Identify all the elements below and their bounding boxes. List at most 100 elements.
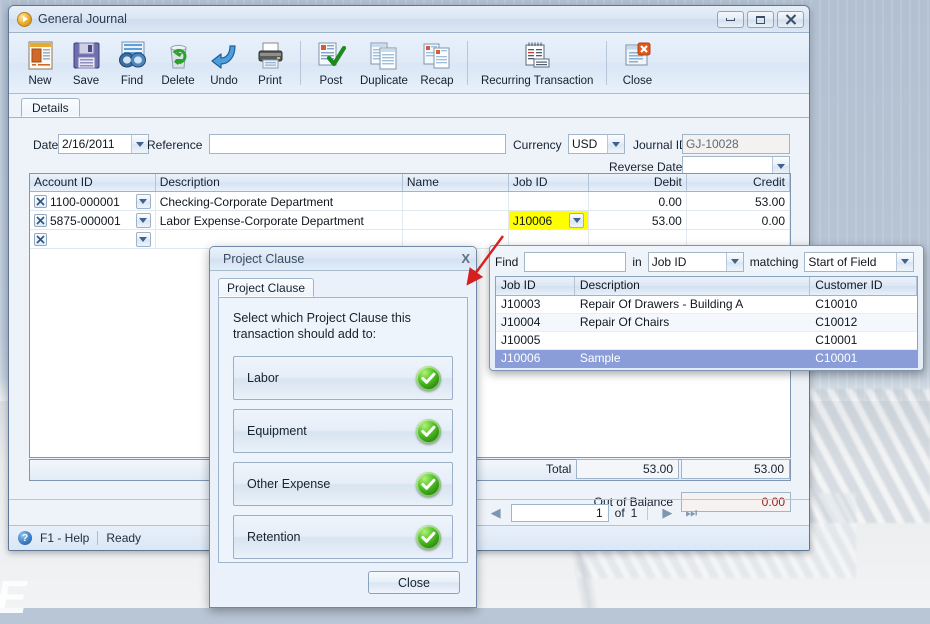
toolbar-label-post: Post — [319, 75, 342, 87]
grid-header-credit[interactable]: Credit — [687, 174, 790, 191]
toolbar-button-new[interactable]: New — [17, 35, 63, 91]
chevron-down-icon[interactable] — [569, 213, 584, 228]
undo-arrow-icon — [208, 38, 241, 72]
currency-label: Currency — [513, 138, 562, 152]
status-state: Ready — [106, 531, 141, 545]
list-item-selected[interactable]: J10006 Sample C10001 — [496, 350, 917, 368]
date-combo[interactable]: 2/16/2011 — [58, 134, 149, 154]
dialog-close-icon[interactable]: X — [461, 251, 470, 266]
cell-account-id[interactable]: 1100-000001 — [30, 192, 156, 210]
grid-header-debit[interactable]: Debit — [589, 174, 686, 191]
cell-description[interactable]: Labor Expense-Corporate Department — [156, 211, 403, 229]
cell-credit[interactable]: 0.00 — [687, 211, 790, 229]
find-in-combo[interactable]: Job ID — [648, 252, 744, 272]
toolbar-separator — [300, 41, 301, 85]
lookup-results-grid[interactable]: Job ID Description Customer ID J10003 Re… — [495, 276, 918, 368]
chevron-down-icon[interactable] — [136, 213, 151, 228]
chevron-down-icon[interactable] — [131, 135, 148, 153]
lookup-cell-job-id: J10004 — [496, 314, 575, 331]
help-label[interactable]: F1 - Help — [40, 531, 89, 545]
previous-record-icon[interactable]: ◀ — [487, 505, 505, 521]
green-check-icon[interactable] — [416, 472, 441, 497]
dialog-panel: Select which Project Clause this transac… — [218, 298, 468, 563]
toolbar-button-recap[interactable]: Recap — [414, 35, 460, 91]
chevron-down-icon[interactable] — [136, 194, 151, 209]
last-record-icon[interactable]: ⏭ — [682, 505, 700, 521]
toolbar-button-find[interactable]: Find — [109, 35, 155, 91]
option-other-expense[interactable]: Other Expense — [233, 462, 453, 506]
cell-debit[interactable]: 53.00 — [589, 211, 686, 229]
dialog-close-button[interactable]: Close — [368, 571, 460, 594]
cell-account-id[interactable] — [30, 230, 156, 248]
cell-account-id[interactable]: 5875-000001 — [30, 211, 156, 229]
option-equipment[interactable]: Equipment — [233, 409, 453, 453]
green-check-icon[interactable] — [416, 525, 441, 550]
toolbar-button-delete[interactable]: Delete — [155, 35, 201, 91]
tab-project-clause[interactable]: Project Clause — [218, 278, 314, 297]
cell-name[interactable] — [403, 211, 509, 229]
reference-input[interactable] — [209, 134, 506, 154]
lookup-header-description[interactable]: Description — [575, 277, 810, 295]
play-circle-icon — [17, 12, 32, 27]
list-item[interactable]: J10003 Repair Of Drawers - Building A C1… — [496, 296, 917, 314]
current-record-input[interactable]: 1 — [511, 504, 609, 522]
row-delete-x-icon[interactable] — [34, 214, 47, 227]
option-retention[interactable]: Retention — [233, 515, 453, 559]
cell-description[interactable]: Checking-Corporate Department — [156, 192, 403, 210]
tab-details[interactable]: Details — [21, 98, 80, 117]
list-item[interactable]: J10004 Repair Of Chairs C10012 — [496, 314, 917, 332]
minimize-button[interactable] — [717, 11, 744, 28]
matching-combo[interactable]: Start of Field — [804, 252, 914, 272]
chevron-down-icon[interactable] — [896, 253, 913, 271]
lookup-header-job-id[interactable]: Job ID — [496, 277, 575, 295]
grid-header-job-id[interactable]: Job ID — [509, 174, 590, 191]
lookup-header-customer-id[interactable]: Customer ID — [810, 277, 917, 295]
toolbar-label-recap: Recap — [420, 75, 453, 87]
find-input[interactable] — [524, 252, 626, 272]
option-labor[interactable]: Labor — [233, 356, 453, 400]
row-delete-x-icon[interactable] — [34, 195, 47, 208]
green-check-icon[interactable] — [416, 366, 441, 391]
chevron-down-icon[interactable] — [607, 135, 624, 153]
toolbar-label-duplicate: Duplicate — [360, 75, 408, 87]
table-row[interactable]: 5875-000001 Labor Expense-Corporate Depa… — [30, 211, 790, 230]
table-row[interactable]: 1100-000001 Checking-Corporate Departmen… — [30, 192, 790, 211]
list-item[interactable]: J10005 C10001 — [496, 332, 917, 350]
duplicate-document-icon — [368, 38, 399, 72]
row-delete-x-icon[interactable] — [34, 233, 47, 246]
toolbar-separator — [606, 41, 607, 85]
cell-name[interactable] — [403, 192, 509, 210]
green-check-icon[interactable] — [416, 419, 441, 444]
chevron-down-icon[interactable] — [136, 232, 151, 247]
lookup-cell-job-id: J10006 — [496, 350, 575, 367]
main-toolbar: New Save — [9, 33, 809, 94]
grid-header-description[interactable]: Description — [156, 174, 403, 191]
toolbar-button-undo[interactable]: Undo — [201, 35, 247, 91]
grid-header-account-id[interactable]: Account ID — [30, 174, 156, 191]
toolbar-button-print[interactable]: Print — [247, 35, 293, 91]
total-label: Total — [546, 462, 571, 476]
date-value: 2/16/2011 — [59, 135, 131, 153]
toolbar-button-post[interactable]: Post — [308, 35, 354, 91]
toolbar-label-find: Find — [121, 75, 143, 87]
help-question-icon[interactable]: ? — [18, 531, 32, 545]
maximize-button[interactable] — [747, 11, 774, 28]
cell-debit[interactable]: 0.00 — [589, 192, 686, 210]
close-button[interactable] — [777, 11, 804, 28]
cell-credit[interactable]: 53.00 — [687, 192, 790, 210]
toolbar-button-recurring-transaction[interactable]: Recurring Transaction — [475, 35, 600, 91]
dialog-prompt: Select which Project Clause this transac… — [233, 310, 453, 342]
lookup-cell-customer-id: C10001 — [810, 350, 917, 367]
lookup-cell-customer-id: C10012 — [810, 314, 917, 331]
next-record-icon[interactable]: ▶ — [658, 505, 676, 521]
currency-combo[interactable]: USD — [568, 134, 625, 154]
cell-job-id-selected[interactable]: J10006 — [509, 211, 590, 229]
toolbar-button-duplicate[interactable]: Duplicate — [354, 35, 414, 91]
cell-job-id[interactable] — [509, 192, 590, 210]
lookup-find-bar: Find in Job ID matching Start of Field — [495, 251, 918, 272]
in-label: in — [632, 255, 641, 269]
toolbar-button-save[interactable]: Save — [63, 35, 109, 91]
grid-header-name[interactable]: Name — [403, 174, 509, 191]
toolbar-button-close[interactable]: Close — [614, 35, 660, 91]
chevron-down-icon[interactable] — [726, 253, 743, 271]
